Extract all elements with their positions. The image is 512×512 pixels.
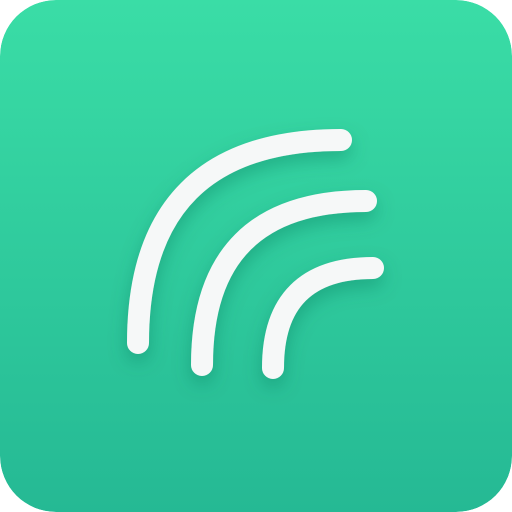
signal-waves-icon [0, 0, 512, 512]
icon-background [0, 0, 512, 512]
app-icon[interactable] [0, 0, 512, 512]
